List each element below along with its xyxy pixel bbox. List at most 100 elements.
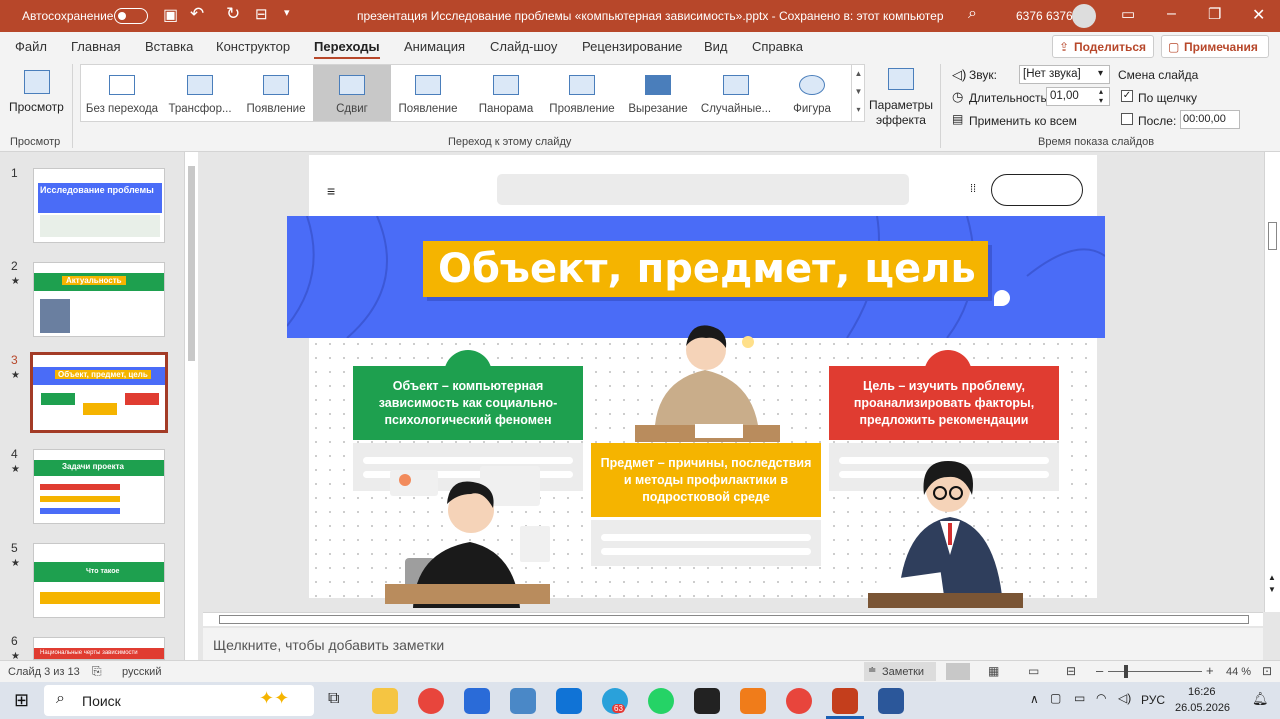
tab-file[interactable]: Файл [15, 39, 47, 54]
input-language[interactable]: РУС [1141, 693, 1165, 707]
redo-icon[interactable]: ↻ [226, 4, 240, 24]
tray-icon[interactable]: ▢ [1050, 691, 1061, 705]
tab-transitions[interactable]: Переходы [304, 39, 390, 59]
tray-chevron-icon[interactable]: ∧ [1030, 692, 1039, 706]
notes-pane[interactable]: Щелкните, чтобы добавить заметки [203, 628, 1263, 660]
transition-random-bars[interactable]: Случайные... [697, 65, 775, 121]
transition-wipe[interactable]: Появление [389, 65, 467, 121]
minimize-icon[interactable]: – [1167, 5, 1176, 23]
undo-icon[interactable]: ↶ [190, 4, 204, 24]
tab-insert[interactable]: Вставка [145, 39, 193, 54]
battery-icon[interactable]: ▭ [1074, 691, 1085, 705]
slide-sorter-icon[interactable]: ▦ [988, 664, 999, 678]
notes-button[interactable]: ≐ Заметки [864, 662, 936, 681]
slide-thumbnail-3[interactable]: Объект, предмет, цель [30, 352, 168, 433]
transition-none[interactable]: Без перехода [83, 65, 161, 121]
scroll-thumb[interactable] [219, 615, 1249, 624]
search-icon[interactable]: ⌕ [968, 5, 977, 23]
tab-animation[interactable]: Анимация [404, 39, 465, 54]
zoom-slider[interactable] [1108, 671, 1202, 672]
spinner-icon[interactable]: ▴ ▾ [1099, 87, 1103, 105]
subject-card[interactable]: Предмет – причины, последствия и методы … [591, 443, 821, 517]
after-input[interactable]: 00:00,00 [1180, 110, 1240, 129]
slide-thumbnail-6[interactable]: Национальные черты зависимости [33, 637, 165, 660]
thumbnails-scrollbar[interactable] [184, 152, 198, 660]
slide-title[interactable]: Объект, предмет, цель [438, 246, 976, 292]
clock-time[interactable]: 16:26 [1188, 686, 1216, 698]
transition-fade[interactable]: Появление [237, 65, 315, 121]
object-card[interactable]: Объект – компьютерная зависимость как со… [353, 366, 583, 440]
volume-icon[interactable]: ◁) [1118, 691, 1131, 705]
taskbar-search[interactable]: ⌕ Поиск ✦✦ [44, 685, 314, 716]
on-click-checkbox[interactable]: ✓ [1121, 90, 1133, 102]
whatsapp-icon[interactable] [648, 688, 674, 714]
task-view-icon[interactable]: ⧉ [328, 690, 339, 708]
zoom-out-icon[interactable]: – [1096, 663, 1103, 678]
slide-thumbnail-1[interactable]: Исследование проблемы [33, 168, 165, 243]
word-icon[interactable] [878, 688, 904, 714]
transition-shape[interactable]: Фигура [773, 65, 851, 121]
app-icon[interactable] [510, 688, 536, 714]
preview-button[interactable]: Просмотр [6, 66, 68, 122]
slide-thumbnail-2[interactable]: Актуальность [33, 262, 165, 337]
tab-review[interactable]: Рецензирование [582, 39, 682, 54]
avatar[interactable] [1072, 4, 1096, 28]
transition-label: Без перехода [85, 103, 159, 115]
windows-start-icon[interactable]: ⊞ [14, 690, 29, 711]
apply-all-button[interactable]: Применить ко всем [969, 114, 1077, 128]
save-icon[interactable]: ▣ [163, 5, 178, 25]
comments-button[interactable]: ▢ Примечания [1161, 35, 1269, 58]
after-checkbox[interactable] [1121, 113, 1133, 125]
maximize-icon[interactable]: ❐ [1208, 5, 1221, 23]
scroll-thumb[interactable] [188, 166, 195, 361]
canvas-vertical-scrollbar[interactable]: ▲ ▼ [1264, 152, 1280, 612]
transition-cut[interactable]: Вырезание [619, 65, 697, 121]
language-indicator[interactable]: русский [122, 666, 161, 678]
chrome-profile-icon[interactable] [786, 688, 812, 714]
customize-icon[interactable]: ▾ [284, 6, 290, 19]
thumb-title: Что такое [86, 568, 120, 575]
autosave-toggle[interactable] [114, 8, 148, 24]
store-icon[interactable] [464, 688, 490, 714]
clock-date[interactable]: 26.05.2026 [1175, 702, 1230, 714]
transition-morph[interactable]: Трансфор... [161, 65, 239, 121]
ribbon-display-icon[interactable]: ▭ [1121, 5, 1135, 23]
notifications-icon[interactable]: 🔔︎ [1252, 691, 1269, 707]
tab-help[interactable]: Справка [752, 39, 803, 54]
gallery-scroll[interactable]: ▲ ▼ ▾ [851, 65, 865, 121]
tab-view[interactable]: Вид [704, 39, 728, 54]
tab-home[interactable]: Главная [71, 39, 120, 54]
outlook-icon[interactable] [556, 688, 582, 714]
wifi-icon[interactable]: ◠ [1096, 691, 1106, 705]
duration-input[interactable]: 01,00 ▴ ▾ [1046, 87, 1110, 106]
scroll-thumb[interactable] [1268, 222, 1277, 250]
effect-options-button[interactable]: Параметры эффекта [866, 66, 936, 128]
transition-push[interactable]: Сдвиг [313, 65, 391, 121]
sound-select[interactable]: [Нет звука] ▾ [1019, 65, 1110, 84]
transition-reveal[interactable]: Проявление [543, 65, 621, 121]
canvas-horizontal-scrollbar[interactable] [203, 612, 1263, 626]
zoom-in-icon[interactable]: + [1206, 663, 1214, 678]
powerpoint-icon[interactable] [832, 688, 858, 714]
normal-view-icon[interactable] [946, 663, 970, 680]
tiktok-icon[interactable] [694, 688, 720, 714]
chrome-icon[interactable] [418, 688, 444, 714]
tab-slideshow[interactable]: Слайд-шоу [490, 39, 557, 54]
goal-card[interactable]: Цель – изучить проблему, проанализироват… [829, 366, 1059, 440]
present-icon[interactable]: ⊟ [255, 5, 268, 23]
slide-thumbnail-5[interactable]: Что такое [33, 543, 165, 618]
slide-thumbnail-4[interactable]: Задачи проекта [33, 449, 165, 524]
close-icon[interactable]: ✕ [1252, 5, 1265, 25]
slideshow-icon[interactable]: ⊟ [1066, 664, 1076, 678]
accessibility-icon[interactable]: ⎘ [92, 664, 102, 679]
zoom-slider-thumb[interactable] [1124, 665, 1128, 678]
sublime-icon[interactable] [740, 688, 766, 714]
file-explorer-icon[interactable] [372, 688, 398, 714]
reading-view-icon[interactable]: ▭ [1028, 664, 1039, 678]
tab-design[interactable]: Конструктор [216, 39, 290, 54]
zoom-level[interactable]: 44 % [1226, 666, 1251, 678]
transition-pan[interactable]: Панорама [467, 65, 545, 121]
page-nav-icon[interactable]: ▲ ▼ [1268, 572, 1276, 596]
share-button[interactable]: ⇪ Поделиться [1052, 35, 1154, 58]
fit-slide-icon[interactable]: ⊡ [1262, 664, 1272, 678]
